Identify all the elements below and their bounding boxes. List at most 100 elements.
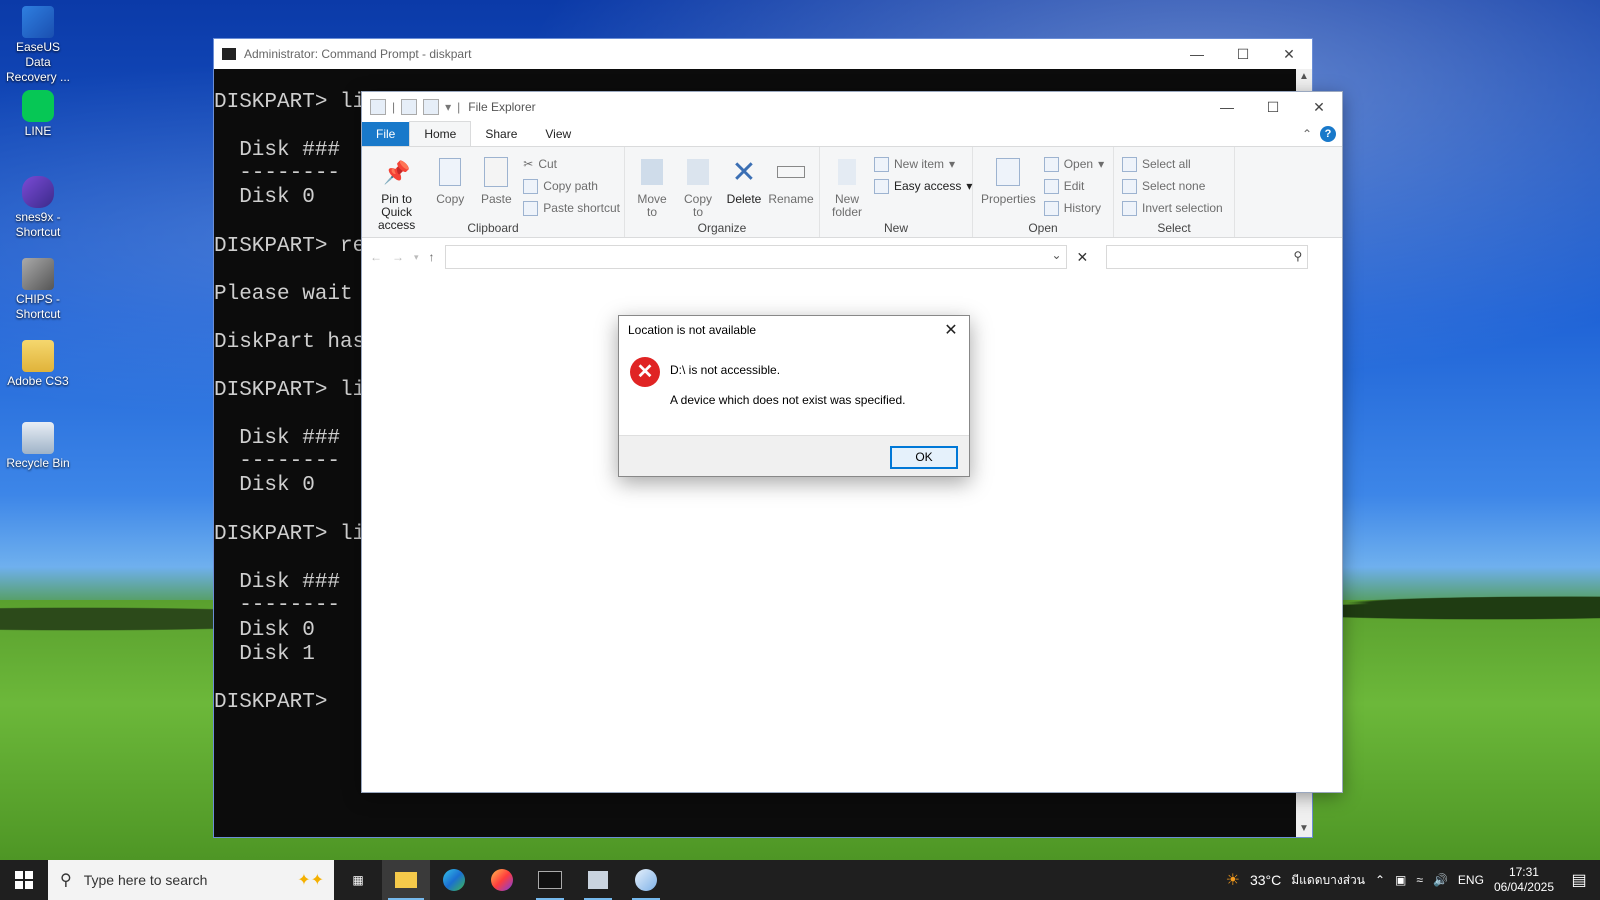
paste-icon bbox=[481, 155, 511, 189]
paint-taskbar-icon[interactable] bbox=[622, 860, 670, 900]
dialog-detail: A device which does not exist was specif… bbox=[670, 393, 906, 407]
copy-to-icon bbox=[683, 155, 713, 189]
chevron-down-icon[interactable]: ⌄ bbox=[1051, 248, 1061, 262]
dialog-footer: OK bbox=[619, 435, 969, 476]
group-label: Organize bbox=[697, 221, 747, 235]
invert-selection-button[interactable]: Invert selection bbox=[1122, 199, 1223, 217]
desktop-icon-snes9x[interactable]: snes9x - Shortcut bbox=[2, 176, 74, 240]
cmd-line: DISKPART> bbox=[214, 691, 341, 714]
ok-button[interactable]: OK bbox=[890, 446, 958, 469]
new-folder-icon bbox=[832, 155, 862, 189]
cmd-titlebar[interactable]: Administrator: Command Prompt - diskpart… bbox=[214, 39, 1312, 69]
forward-arrow-icon[interactable]: → bbox=[392, 250, 404, 264]
select-none-button[interactable]: Select none bbox=[1122, 177, 1223, 195]
paste-shortcut-button[interactable]: Paste shortcut bbox=[523, 199, 620, 217]
close-icon[interactable]: ✕ bbox=[1296, 92, 1342, 122]
close-icon[interactable]: ✕ bbox=[933, 320, 969, 340]
tab-file[interactable]: File bbox=[362, 122, 410, 146]
task-view-icon[interactable]: ▦ bbox=[334, 860, 382, 900]
cmd-line: DiskPart has bbox=[214, 331, 366, 354]
maximize-icon[interactable]: ☐ bbox=[1250, 92, 1296, 122]
weather-desc[interactable]: มีแดดบางส่วน bbox=[1291, 871, 1365, 890]
new-item-button[interactable]: New item ▾ bbox=[874, 155, 972, 173]
desktop-icon-easeus[interactable]: EaseUS Data Recovery ... bbox=[2, 6, 74, 85]
back-arrow-icon[interactable]: ← bbox=[370, 250, 382, 264]
cmd-line: Disk 0 ( bbox=[214, 474, 378, 497]
volume-icon[interactable]: 🔊 bbox=[1433, 873, 1448, 887]
copy-path-button[interactable]: Copy path bbox=[523, 177, 620, 195]
properties-icon[interactable] bbox=[401, 99, 418, 115]
chevron-down-icon[interactable]: ▾ bbox=[445, 100, 451, 114]
explorer-title: File Explorer bbox=[468, 100, 536, 114]
minimize-icon[interactable]: — bbox=[1204, 92, 1250, 122]
open-button[interactable]: Open ▾ bbox=[1043, 155, 1104, 173]
maximize-icon[interactable]: ☐ bbox=[1220, 39, 1266, 69]
windows-start-icon[interactable] bbox=[0, 860, 48, 900]
notification-icon[interactable]: ▤ bbox=[1564, 860, 1594, 900]
meet-icon[interactable]: ▣ bbox=[1395, 873, 1406, 887]
cut-button[interactable]: ✂ Cut bbox=[523, 155, 620, 173]
tab-home[interactable]: Home bbox=[409, 121, 472, 146]
desktop-icon-line[interactable]: LINE bbox=[2, 90, 74, 139]
edge-icon[interactable] bbox=[430, 860, 478, 900]
chip-icon bbox=[22, 258, 54, 290]
chevron-down-icon[interactable]: ▾ bbox=[414, 252, 419, 263]
group-label: Select bbox=[1157, 221, 1191, 235]
copy-path-icon bbox=[523, 178, 539, 194]
cmd-line: Disk ### S bbox=[214, 571, 378, 594]
edit-button[interactable]: Edit bbox=[1043, 177, 1104, 195]
file-explorer-taskbar-icon[interactable] bbox=[382, 860, 430, 900]
command-prompt-taskbar-icon[interactable] bbox=[526, 860, 574, 900]
chevron-up-icon[interactable]: ⌃ bbox=[1302, 127, 1312, 141]
help-icon[interactable]: ? bbox=[1320, 126, 1336, 142]
cmd-line: DISKPART> li bbox=[214, 91, 366, 114]
system-tray: ☀ 33°C มีแดดบางส่วน ⌃ ▣ ≈ 🔊 ENG 17:31 06… bbox=[1226, 860, 1600, 900]
cmd-line: -------- - bbox=[214, 594, 378, 617]
snes9x-icon bbox=[22, 176, 54, 208]
scroll-down-icon[interactable]: ▼ bbox=[1296, 821, 1312, 837]
app-taskbar-icon[interactable] bbox=[574, 860, 622, 900]
cmd-line: Disk ### S bbox=[214, 427, 378, 450]
easy-access-icon bbox=[874, 178, 889, 194]
address-input[interactable]: ⌄ bbox=[444, 245, 1067, 269]
error-dialog[interactable]: Location is not available ✕ ✕ D:\ is not… bbox=[618, 315, 970, 477]
chevron-up-icon[interactable]: ⌃ bbox=[1375, 873, 1385, 887]
weather-temp[interactable]: 33°C bbox=[1250, 872, 1281, 888]
cmd-line: DISKPART> re bbox=[214, 235, 366, 258]
scroll-up-icon[interactable]: ▲ bbox=[1296, 69, 1312, 85]
tab-view[interactable]: View bbox=[531, 122, 585, 146]
explorer-titlebar[interactable]: | ▾ | File Explorer — ☐ ✕ bbox=[362, 92, 1342, 122]
search-input[interactable]: ⚲ bbox=[1106, 245, 1309, 269]
taskbar-search[interactable]: ⚲ Type here to search ✦✦ bbox=[48, 860, 334, 900]
select-all-button[interactable]: Select all bbox=[1122, 155, 1223, 173]
properties-icon bbox=[993, 155, 1023, 189]
cmd-line: Disk 0 ( bbox=[214, 619, 378, 642]
easy-access-button[interactable]: Easy access ▾ bbox=[874, 177, 972, 195]
cmd-app-icon bbox=[222, 48, 236, 60]
language-indicator[interactable]: ENG bbox=[1458, 873, 1484, 887]
close-icon[interactable]: ✕ bbox=[1077, 249, 1089, 266]
new-folder-icon[interactable] bbox=[423, 99, 440, 115]
line-icon bbox=[22, 90, 54, 122]
minimize-icon[interactable]: — bbox=[1174, 39, 1220, 69]
taskbar: ⚲ Type here to search ✦✦ ▦ ☀ 33°C มีแดดบ… bbox=[0, 860, 1600, 900]
dialog-titlebar[interactable]: Location is not available ✕ bbox=[619, 316, 969, 344]
desktop-icon-chips[interactable]: CHIPS - Shortcut bbox=[2, 258, 74, 322]
dialog-title: Location is not available bbox=[628, 323, 757, 337]
tab-share[interactable]: Share bbox=[471, 122, 531, 146]
history-button[interactable]: History bbox=[1043, 199, 1104, 217]
clock[interactable]: 17:31 06/04/2025 bbox=[1494, 865, 1554, 895]
easeus-icon bbox=[22, 6, 54, 38]
desktop-icon-recycle-bin[interactable]: Recycle Bin bbox=[2, 422, 74, 471]
desktop-icon-adobe[interactable]: Adobe CS3 bbox=[2, 340, 74, 389]
ribbon-tabs: File Home Share View ⌃ ? bbox=[362, 121, 1342, 147]
close-icon[interactable]: ✕ bbox=[1266, 39, 1312, 69]
firefox-icon[interactable] bbox=[478, 860, 526, 900]
weather-icon[interactable]: ☀ bbox=[1226, 870, 1240, 890]
delete-icon: ✕ bbox=[731, 155, 757, 189]
group-label: Open bbox=[1028, 221, 1058, 235]
up-arrow-icon[interactable]: ↑ bbox=[429, 250, 435, 264]
cmd-line: Disk ### S bbox=[214, 139, 378, 162]
wifi-icon[interactable]: ≈ bbox=[1416, 873, 1423, 887]
new-item-icon bbox=[874, 156, 889, 172]
